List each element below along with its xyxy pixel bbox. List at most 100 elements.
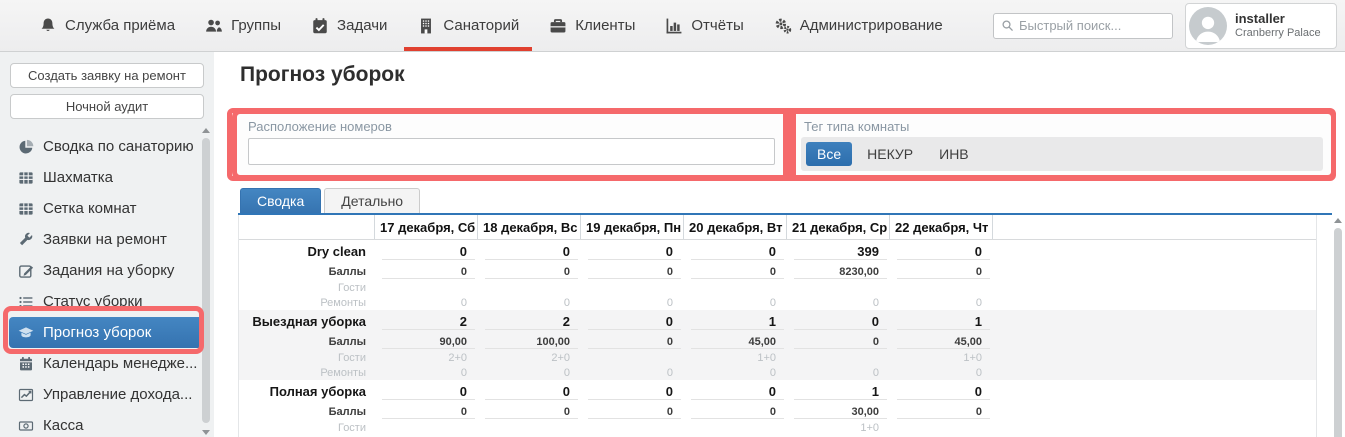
sidebar-item-pie-chart[interactable]: Сводка по санаторию [9, 131, 205, 162]
person-icon [1195, 16, 1221, 42]
row-value: 0 [374, 384, 477, 400]
room-tag-option[interactable]: Все [806, 142, 853, 166]
nav-item-bell[interactable]: Служба приёма [24, 0, 190, 51]
subrow-label: Баллы [328, 265, 366, 278]
table-subrow: Гости 2+0 2+0 1+0 1+0 [239, 350, 1316, 365]
subrow-value: 0 [374, 406, 477, 419]
grid-icon [18, 170, 34, 186]
subrow-label: Баллы [328, 405, 366, 418]
subrow-value: 0 [580, 336, 683, 349]
room-tag-filter: Тег типа комнаты Все НЕКУР ИНВ [788, 109, 1336, 180]
subrow-value: 0 [889, 266, 992, 279]
sidebar-item-edit[interactable]: Задания на уборку [9, 255, 205, 286]
bar-chart-icon [665, 17, 683, 35]
sidebar-item-calendar[interactable]: Календарь менедже... [9, 348, 205, 379]
grid-icon [18, 201, 34, 217]
row-value: 2 [374, 314, 477, 330]
nav-item-label: Санаторий [443, 17, 520, 34]
table-row: Dry clean 0 0 0 0 399 0 [239, 240, 1316, 263]
sidebar-scrollbar[interactable] [201, 128, 211, 435]
room-tag-option[interactable]: ИНВ [928, 142, 980, 166]
row-value: 0 [477, 244, 580, 260]
sidebar-action-button-1[interactable]: Ночной аудит [10, 94, 204, 119]
subrow-value: 0 [975, 366, 982, 379]
bell-icon [39, 17, 57, 35]
subrow-label: Гости [337, 281, 366, 294]
gears-icon [774, 17, 792, 35]
column-header: 17 декабря, Сб [374, 215, 477, 239]
table-body: Dry clean 0 0 0 0 399 0 Баллы 0 0 0 0 8230,00 0 Гости Р… [239, 240, 1316, 435]
sidebar-item-label: Задания на уборку [43, 262, 175, 279]
table-subrow: Ремонты 0 0 0 0 0 0 [239, 295, 1316, 310]
quick-search-input[interactable] [1019, 18, 1165, 33]
row-value: 2 [477, 314, 580, 330]
scroll-up-icon[interactable] [1334, 218, 1342, 223]
forecast-table: 17 декабря, Сб 18 декабря, Вс 19 декабря, … [238, 215, 1317, 437]
subrow-value: 1+0 [963, 351, 982, 364]
subrow-value: 0 [580, 406, 683, 419]
list-icon [18, 294, 34, 310]
nav-item-label: Группы [231, 17, 282, 34]
subrow-label: Ремонты [320, 366, 366, 379]
nav-item-label: Отчёты [691, 17, 744, 34]
briefcase-icon [549, 17, 567, 35]
nav-item-calendar-check[interactable]: Задачи [296, 0, 402, 51]
room-tag-option[interactable]: НЕКУР [856, 142, 924, 166]
row-value: 1 [889, 314, 992, 330]
subrow-value: 0 [683, 406, 786, 419]
table-subrow: Ремонты 0 0 0 0 0 0 [239, 365, 1316, 380]
sidebar-item-label: Заявки на ремонт [43, 231, 167, 248]
cash-icon [18, 418, 34, 434]
scroll-down-icon[interactable] [202, 430, 210, 435]
sidebar-action-button-0[interactable]: Создать заявку на ремонт [10, 63, 204, 88]
nav-item-gears[interactable]: Администрирование [759, 0, 958, 51]
subrow-value: 0 [872, 296, 879, 309]
column-header: 20 декабря, Вт [683, 215, 786, 239]
sidebar-item-cash[interactable]: Касса [9, 410, 205, 437]
subrow-value: 30,00 [786, 406, 889, 419]
tab-summary[interactable]: Сводка [240, 188, 322, 214]
quick-search[interactable] [993, 12, 1173, 39]
scrollbar-thumb[interactable] [1334, 228, 1342, 437]
sidebar-item-grid[interactable]: Сетка комнат [9, 193, 205, 224]
table-subrow: Баллы 0 0 0 0 30,00 0 [239, 403, 1316, 420]
room-tag-label: Тег типа комнаты [804, 119, 910, 134]
table-group: Выездная уборка 2 2 0 1 0 1 Баллы 90,00 100,00 0 45… [239, 310, 1316, 380]
subrow-value: 90,00 [374, 336, 477, 349]
building-icon [417, 17, 435, 35]
subrow-value: 0 [769, 366, 776, 379]
row-value: 0 [580, 314, 683, 330]
table-scrollbar[interactable] [1333, 218, 1343, 437]
nav-item-building[interactable]: Санаторий [402, 0, 534, 51]
nav-item-briefcase[interactable]: Клиенты [534, 0, 650, 51]
scroll-up-icon[interactable] [202, 128, 210, 133]
table-group: Полная уборка 0 0 0 0 1 0 Баллы 0 0 0 0 30,00 0 Гости 1… [239, 380, 1316, 435]
scrollbar-thumb[interactable] [202, 138, 210, 423]
sidebar: Создать заявку на ремонт Ночной аудит Сво… [0, 52, 214, 437]
subrow-value: 0 [563, 296, 570, 309]
subrow-value: 0 [666, 366, 673, 379]
sidebar-item-graduation-cap[interactable]: Прогноз уборок [9, 317, 205, 348]
table-corner-cell [239, 215, 374, 239]
page-title: Прогноз уборок [240, 63, 405, 86]
sidebar-item-line-chart[interactable]: Управление дохода... [9, 379, 205, 410]
sidebar-item-label: Статус уборки [43, 293, 143, 310]
room-location-input[interactable] [248, 138, 775, 165]
tab-detail[interactable]: Детально [324, 188, 421, 214]
column-header: 18 декабря, Вс [477, 215, 580, 239]
nav-item-bar-chart[interactable]: Отчёты [650, 0, 758, 51]
sidebar-item-wrench[interactable]: Заявки на ремонт [9, 224, 205, 255]
nav-item-users[interactable]: Группы [190, 0, 296, 51]
subrow-value: 45,00 [889, 336, 992, 349]
row-value: 0 [580, 244, 683, 260]
sidebar-buttons: Создать заявку на ремонт Ночной аудит [0, 52, 214, 125]
subrow-value: 0 [769, 296, 776, 309]
table-subrow: Гости 1+0 [239, 420, 1316, 435]
subrow-label: Гости [337, 351, 366, 364]
row-value: 0 [889, 244, 992, 260]
subrow-value: 0 [374, 266, 477, 279]
user-menu[interactable]: installer Cranberry Palace [1185, 2, 1337, 49]
sidebar-item-list[interactable]: Статус уборки [9, 286, 205, 317]
sidebar-item-grid[interactable]: Шахматка [9, 162, 205, 193]
subrow-value: 2+0 [551, 351, 570, 364]
